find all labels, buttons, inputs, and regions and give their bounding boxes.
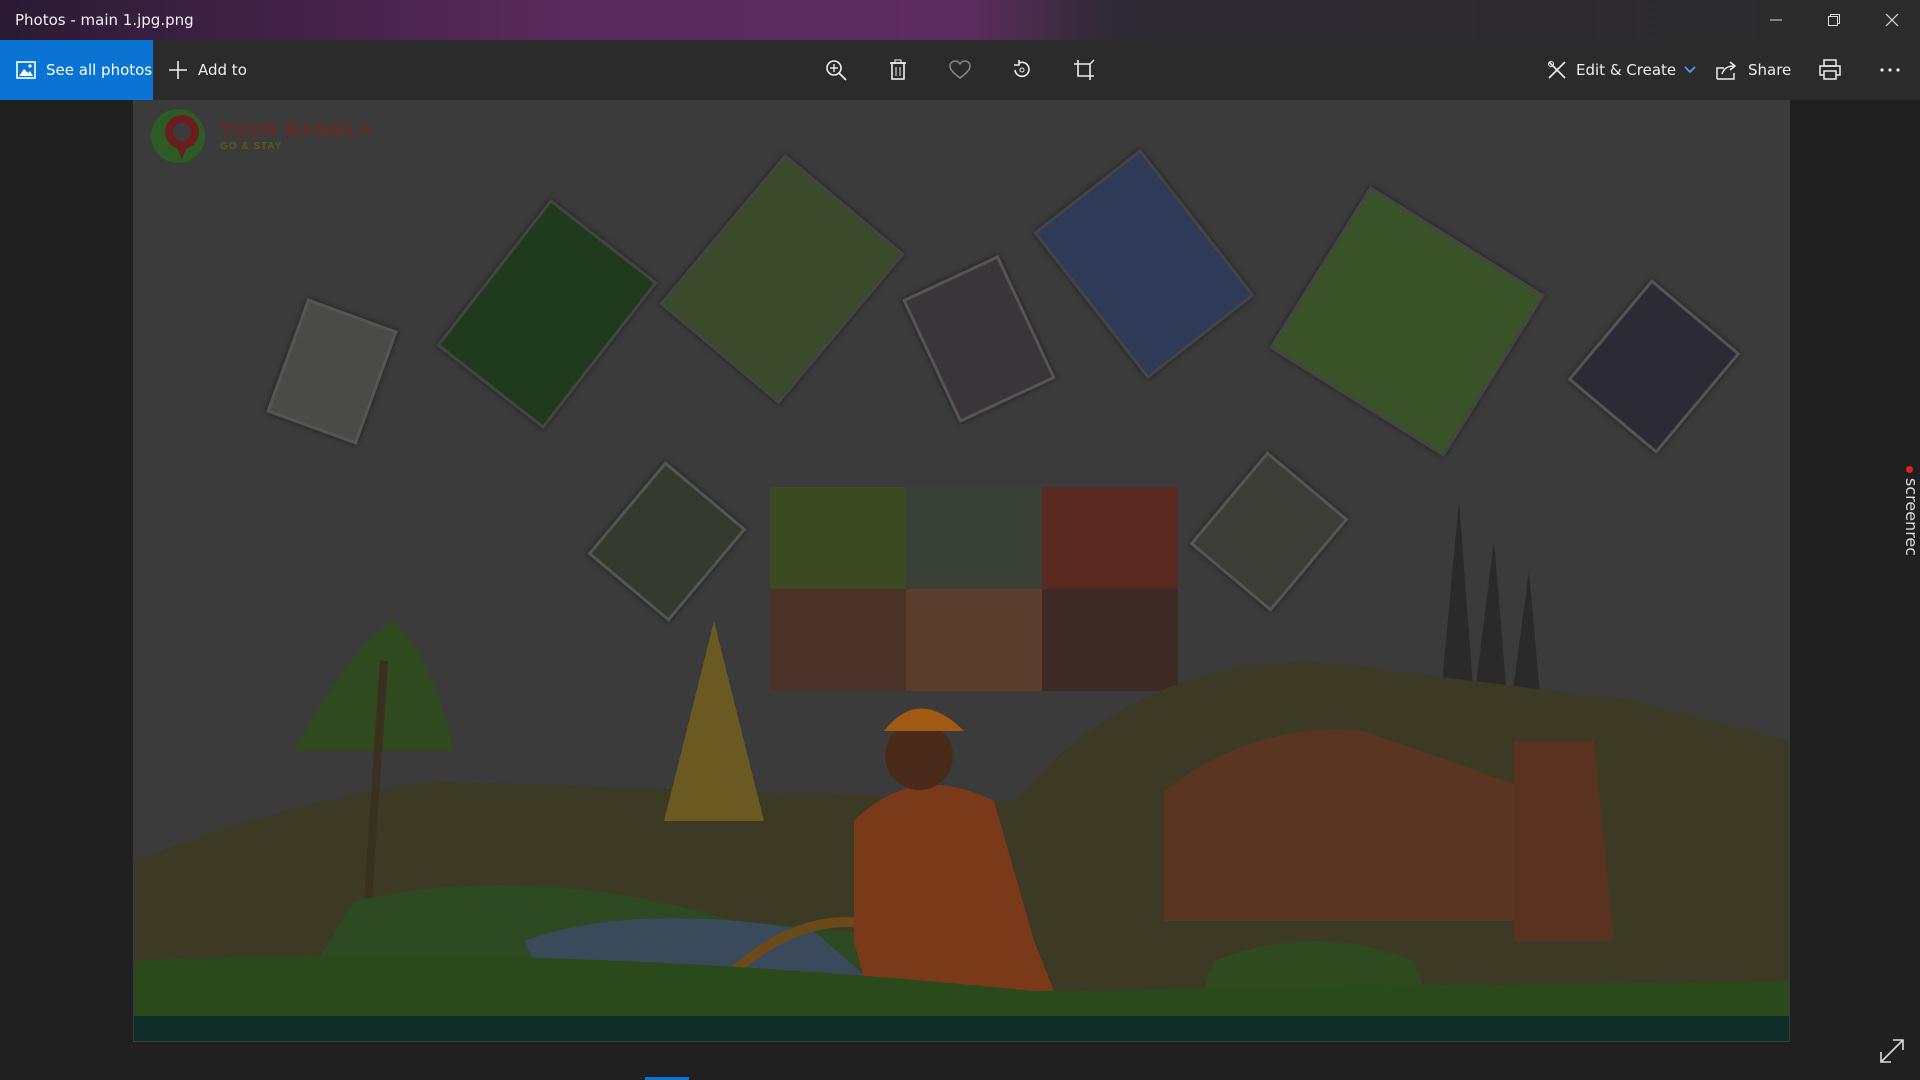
photo-viewer[interactable]: TOUR BANGLA GO & STAY xyxy=(133,100,1790,1042)
see-all-photos-label: See all photos xyxy=(46,61,153,79)
close-icon xyxy=(1885,13,1899,27)
print-button[interactable] xyxy=(1816,56,1844,84)
favorite-button[interactable] xyxy=(946,56,974,84)
fullscreen-icon xyxy=(1880,1039,1904,1063)
minimize-button[interactable] xyxy=(1748,0,1804,40)
chevron-down-icon xyxy=(1684,66,1696,74)
recording-dot-icon xyxy=(1906,466,1913,473)
see-all-photos-button[interactable]: See all photos xyxy=(0,40,153,100)
share-label: Share xyxy=(1748,61,1792,79)
delete-icon xyxy=(890,59,906,80)
more-icon xyxy=(1880,68,1900,72)
edit-create-button[interactable]: Edit & Create xyxy=(1546,40,1696,100)
delete-button[interactable] xyxy=(884,56,912,84)
print-icon xyxy=(1819,59,1841,80)
window-title: Photos - main 1.jpg.png xyxy=(15,11,194,29)
add-to-label: Add to xyxy=(198,61,247,79)
share-icon xyxy=(1716,61,1737,80)
bangladesh-landscape-collage xyxy=(134,501,1789,1016)
photos-icon xyxy=(16,61,36,79)
screenrec-watermark: screenrec xyxy=(1902,478,1920,557)
edit-create-icon xyxy=(1548,61,1566,79)
plus-icon xyxy=(169,61,187,79)
rotate-button[interactable] xyxy=(1008,56,1036,84)
rotate-icon xyxy=(1014,60,1030,78)
more-options-button[interactable] xyxy=(1876,56,1904,84)
close-button[interactable] xyxy=(1864,0,1920,40)
minimize-icon xyxy=(1770,19,1782,21)
heart-icon xyxy=(949,60,971,79)
share-button[interactable]: Share xyxy=(1716,40,1791,100)
title-bar: Photos - main 1.jpg.png xyxy=(0,0,1920,40)
crop-icon xyxy=(1074,59,1095,80)
crop-button[interactable] xyxy=(1070,56,1098,84)
edit-create-label: Edit & Create xyxy=(1576,61,1677,79)
maximize-button[interactable] xyxy=(1806,0,1862,40)
photo-canvas: TOUR BANGLA GO & STAY xyxy=(134,101,1789,1016)
fullscreen-button[interactable] xyxy=(1877,1036,1907,1066)
toolbar: See all photos Add to Edit & Create Shar… xyxy=(0,40,1920,100)
zoom-in-icon xyxy=(826,60,847,81)
zoom-button[interactable] xyxy=(822,56,850,84)
add-to-button[interactable]: Add to xyxy=(168,40,247,100)
image-footer-strip xyxy=(134,1016,1789,1041)
maximize-icon xyxy=(1828,14,1840,26)
